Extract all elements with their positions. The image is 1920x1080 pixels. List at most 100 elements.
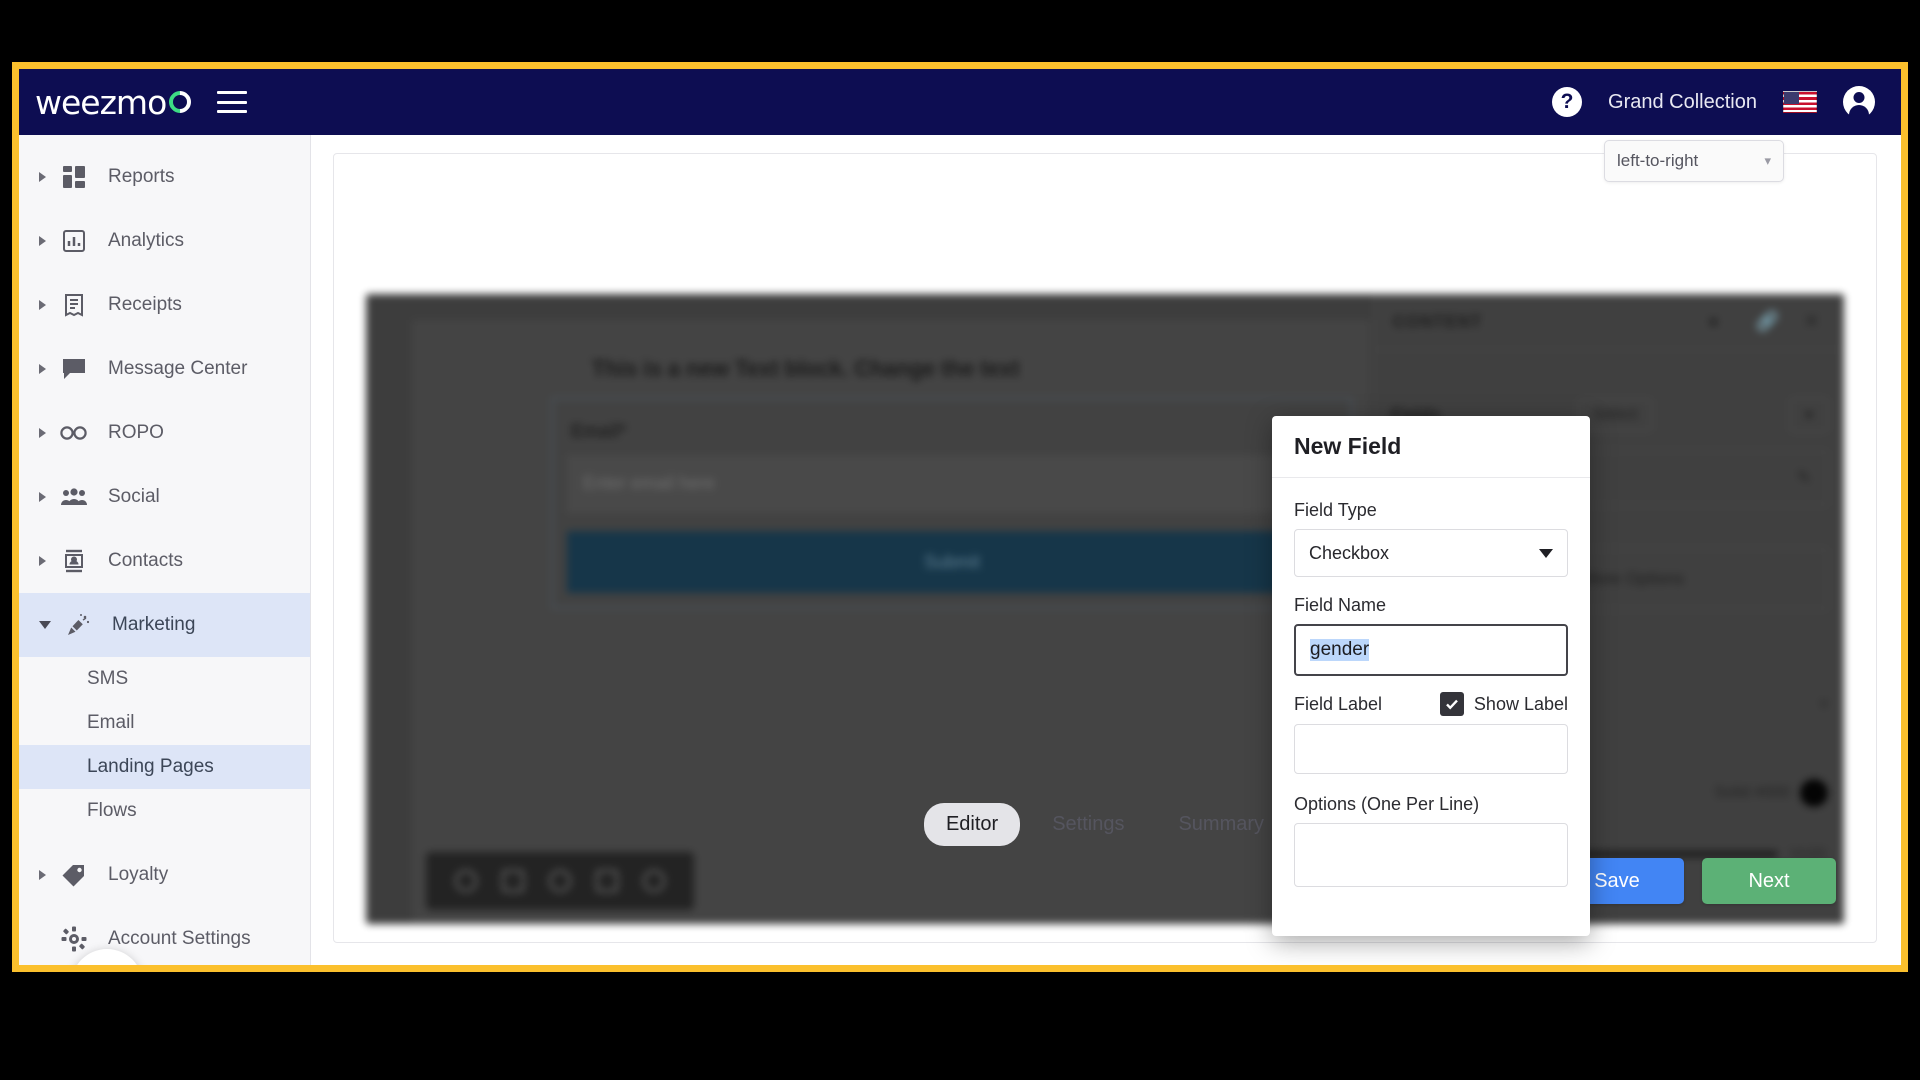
tab-editor[interactable]: Editor xyxy=(923,803,1021,846)
next-button[interactable]: Next xyxy=(1702,858,1836,904)
account-name[interactable]: Grand Collection xyxy=(1608,91,1757,114)
style-value[interactable]: Solid #000 xyxy=(1714,784,1790,802)
user-avatar-icon[interactable] xyxy=(1843,86,1875,118)
chevron-down-icon[interactable]: ▾ xyxy=(1789,398,1828,432)
weezmo-logo[interactable]: weezmo xyxy=(35,82,196,122)
hamburger-menu-icon[interactable] xyxy=(217,91,248,113)
canvas-submit-button[interactable]: Submit xyxy=(567,531,1337,593)
text-direction-value: left-to-right xyxy=(1617,151,1699,170)
image-icon[interactable] xyxy=(548,870,571,892)
edit-icon[interactable]: ✎ xyxy=(1797,468,1811,488)
canvas-form-block[interactable]: Email* Enter email here Submit xyxy=(552,398,1352,608)
help-question-icon[interactable]: ? xyxy=(1552,87,1583,117)
editor-action-buttons: Save Next xyxy=(1550,858,1836,904)
tab-label: Editor xyxy=(945,813,999,835)
field-label-label: Field Label xyxy=(1294,693,1383,714)
gear-icon xyxy=(60,926,88,952)
tag-icon xyxy=(60,862,88,888)
sidebar-item-reports[interactable]: Reports xyxy=(19,145,310,209)
show-label-text: Show Label xyxy=(1473,693,1568,714)
field-type-select[interactable]: Checkbox xyxy=(1294,529,1568,577)
contact-card-icon xyxy=(60,548,88,574)
sidebar-item-message-center[interactable]: Message Center xyxy=(19,337,310,401)
tab-settings[interactable]: Settings xyxy=(1030,803,1146,846)
text-direction-select[interactable]: left-to-right ▾ xyxy=(1604,140,1784,182)
party-popper-icon xyxy=(64,612,92,638)
properties-panel-header: CONTENT ● 🔗 ✕ xyxy=(1375,294,1844,350)
eye-icon[interactable]: ● xyxy=(1708,311,1730,333)
chevron-right-icon xyxy=(39,870,46,880)
sidebar-subitem-sms[interactable]: SMS xyxy=(19,657,310,701)
editor-card: left-to-right ▾ This is a new Text block… xyxy=(333,140,1877,943)
chevron-right-icon xyxy=(39,300,46,310)
checkmark-icon xyxy=(1439,692,1464,716)
show-label-checkbox[interactable]: Show Label xyxy=(1439,692,1568,716)
weezmo-logo-icon xyxy=(164,86,196,118)
tab-label: Settings xyxy=(1052,813,1125,835)
chat-bubble-icon xyxy=(60,356,88,382)
sidebar-item-social[interactable]: Social xyxy=(19,465,310,529)
sidebar-item-label: Reports xyxy=(108,166,175,187)
canvas-block-toolbar[interactable] xyxy=(426,852,694,910)
sidebar-subitem-flows[interactable]: Flows xyxy=(19,789,310,833)
link-icon[interactable]: 🔗 xyxy=(1756,311,1778,333)
sidebar-navigation: Reports Analytics Receipts Message Cente… xyxy=(19,135,311,965)
notification-glyph: N xyxy=(90,962,123,965)
sidebar-item-loyalty[interactable]: Loyalty xyxy=(19,843,310,907)
sidebar-subitem-label: Flows xyxy=(87,800,137,821)
tab-label: Summary xyxy=(1178,813,1265,835)
sidebar-item-label: Social xyxy=(108,486,160,507)
modal-body: Field Type Checkbox Field Name gender Fi… xyxy=(1272,478,1590,887)
sidebar-subitem-label: Email xyxy=(87,712,135,733)
sidebar-item-label: Analytics xyxy=(108,230,185,251)
field-type-value: Checkbox xyxy=(1309,542,1390,563)
options-label: Options (One Per Line) xyxy=(1294,794,1480,814)
sidebar-subitem-label: SMS xyxy=(87,668,129,689)
sidebar-subitem-email[interactable]: Email xyxy=(19,701,310,745)
canvas-email-input[interactable]: Enter email here xyxy=(567,455,1337,513)
sidebar-item-label: Marketing xyxy=(112,614,196,635)
close-icon[interactable]: ✕ xyxy=(1804,311,1826,333)
chevron-down-icon xyxy=(39,621,51,629)
chevron-down-icon[interactable]: ▾ xyxy=(1820,694,1828,714)
field-name-value: gender xyxy=(1310,639,1370,661)
chevron-right-icon xyxy=(39,364,46,374)
move-icon[interactable] xyxy=(454,870,477,892)
chevron-right-icon xyxy=(39,556,46,566)
brand-name: weezmo xyxy=(35,82,167,122)
receipt-icon xyxy=(60,292,88,318)
sidebar-item-analytics[interactable]: Analytics xyxy=(19,209,310,273)
main-content-area: left-to-right ▾ This is a new Text block… xyxy=(311,135,1901,965)
tab-summary[interactable]: Summary xyxy=(1156,803,1286,846)
chevron-right-icon xyxy=(39,172,46,182)
field-label-input[interactable] xyxy=(1294,724,1568,774)
options-textarea[interactable] xyxy=(1294,823,1568,887)
sidebar-item-label: Receipts xyxy=(108,294,182,315)
sidebar-item-label: Loyalty xyxy=(108,864,169,885)
sidebar-item-account-settings[interactable]: Account Settings xyxy=(19,907,310,965)
sidebar-item-marketing[interactable]: Marketing xyxy=(19,593,310,657)
infinity-icon xyxy=(60,420,88,446)
field-label-row: Field Label Show Label xyxy=(1294,692,1568,716)
duplicate-icon[interactable] xyxy=(501,870,524,892)
sidebar-subitem-label: Landing Pages xyxy=(87,756,214,777)
chevron-right-icon xyxy=(39,492,46,502)
modal-title: New Field xyxy=(1294,433,1402,459)
field-name-input[interactable]: gender xyxy=(1294,624,1568,676)
sidebar-item-receipts[interactable]: Receipts xyxy=(19,273,310,337)
editor-tabs: Editor Settings Summary xyxy=(334,803,1876,846)
people-group-icon xyxy=(60,484,88,510)
new-field-modal: New Field Field Type Checkbox Field Name… xyxy=(1272,416,1590,936)
properties-panel-title: CONTENT xyxy=(1393,311,1483,331)
modal-header: New Field xyxy=(1272,416,1590,478)
canvas-text-block[interactable]: This is a new Text block. Change the tex… xyxy=(592,356,1019,382)
sidebar-subitem-landing-pages[interactable]: Landing Pages xyxy=(19,745,310,789)
sidebar-item-ropo[interactable]: ROPO xyxy=(19,401,310,465)
app-window: weezmo ? Grand Collection Reports Analyt… xyxy=(12,62,1908,972)
dropdown-arrow-icon xyxy=(1539,548,1553,558)
sidebar-item-contacts[interactable]: Contacts xyxy=(19,529,310,593)
delete-icon[interactable] xyxy=(643,870,666,892)
canvas-form-label: Email* xyxy=(571,421,627,441)
us-flag-icon[interactable] xyxy=(1783,91,1817,113)
settings-icon[interactable] xyxy=(596,870,619,892)
